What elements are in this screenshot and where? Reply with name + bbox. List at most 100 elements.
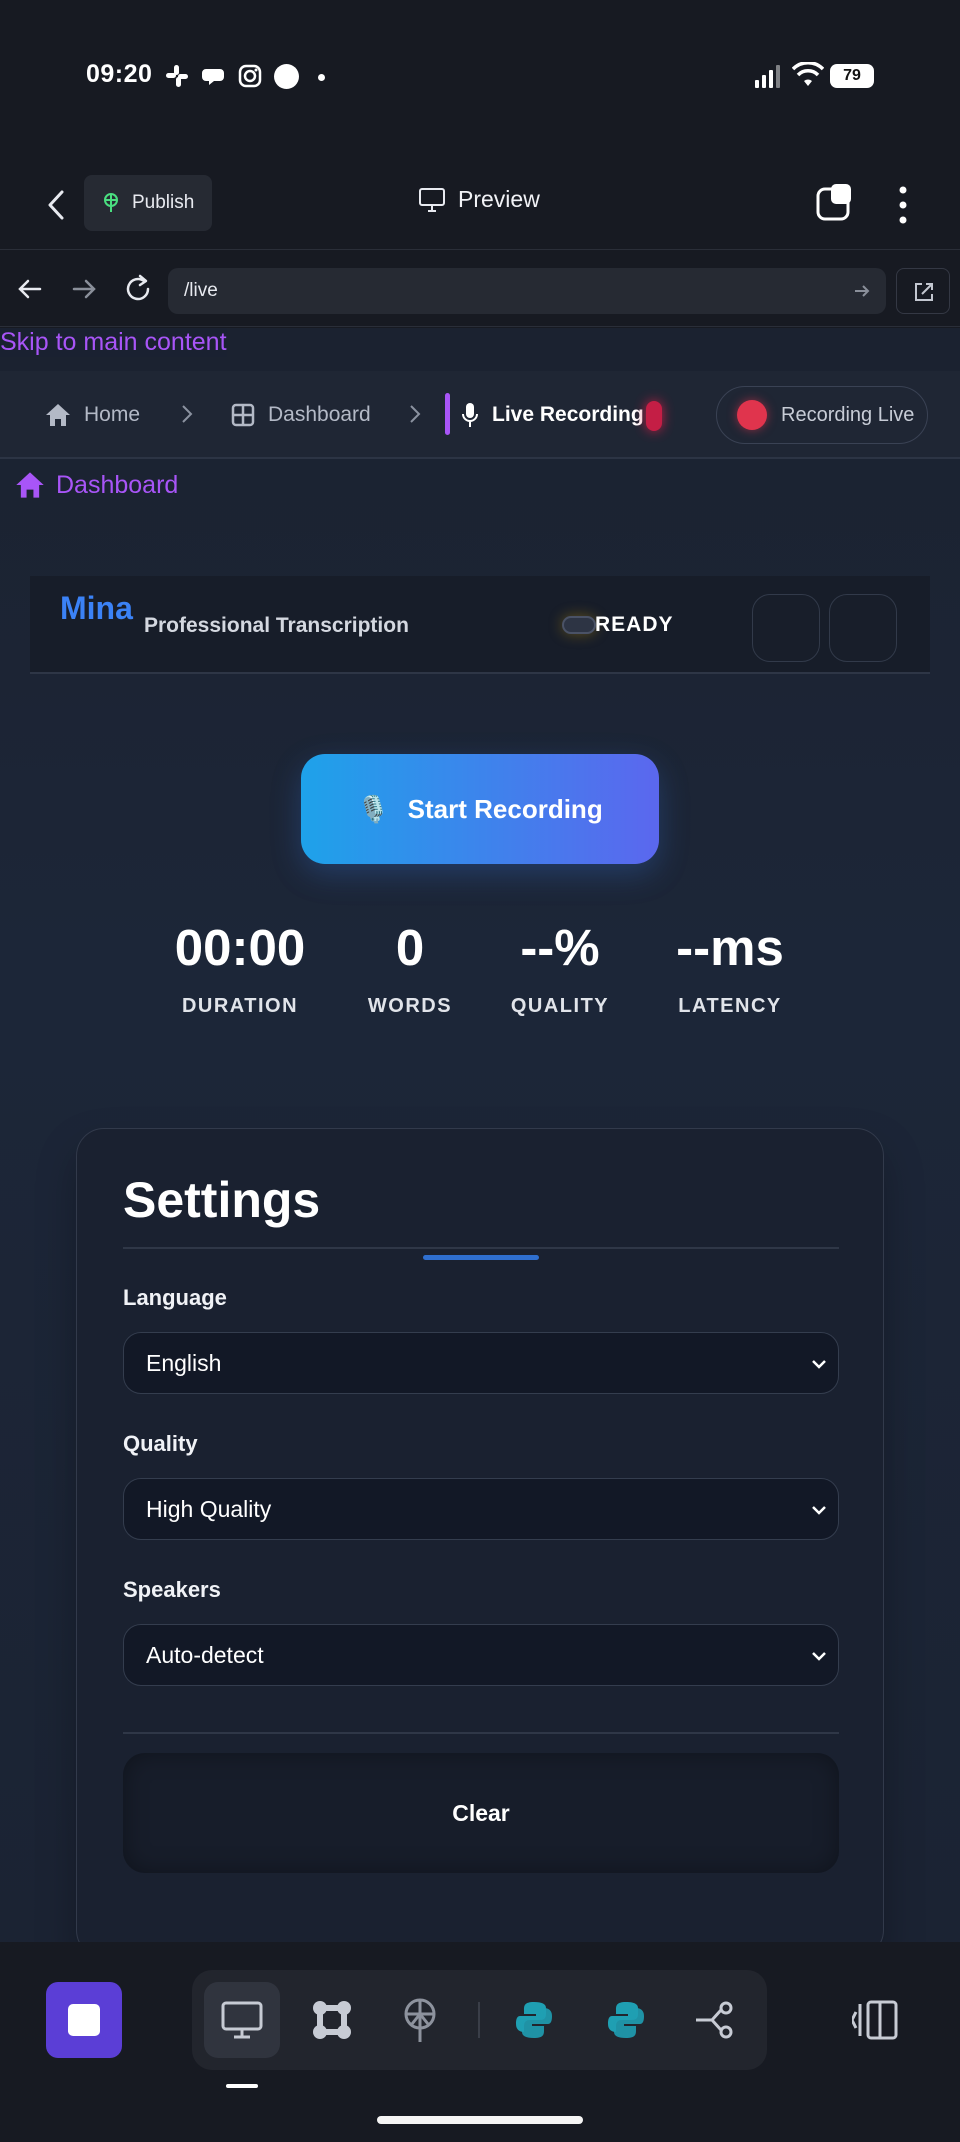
tool-share[interactable] xyxy=(676,1982,752,2058)
slack-icon xyxy=(166,65,188,87)
chat-icon xyxy=(202,69,224,85)
preview-label: Preview xyxy=(458,186,540,212)
tool-divider xyxy=(478,2002,480,2038)
chevron-right-icon xyxy=(182,405,193,423)
circle-icon xyxy=(274,64,299,89)
microphone-icon: 🎙️ xyxy=(357,793,390,824)
home-link-label: Dashboard xyxy=(56,470,179,499)
reload-icon[interactable] xyxy=(122,273,154,305)
header-action-button[interactable] xyxy=(829,594,897,662)
dashboard-home-link[interactable]: Dashboard xyxy=(14,470,178,500)
share-nodes-icon xyxy=(696,2001,733,2039)
browser-bar: /live xyxy=(0,251,960,327)
home-indicator xyxy=(377,2116,583,2124)
title-accent xyxy=(423,1255,539,1260)
stat-label: WORDS xyxy=(367,995,453,1017)
record-dot-icon xyxy=(737,400,767,430)
dot-icon xyxy=(318,74,325,81)
preview-toggle[interactable]: Preview xyxy=(418,186,540,213)
speakers-label: Speakers xyxy=(123,1577,221,1602)
start-recording-label: Start Recording xyxy=(407,793,603,824)
status-time: 09:20 xyxy=(86,60,153,88)
speakers-select[interactable]: Auto-detect xyxy=(123,1624,839,1686)
status-toggle[interactable] xyxy=(562,616,596,634)
chevron-down-icon xyxy=(812,1360,826,1369)
skip-link[interactable]: Skip to main content xyxy=(0,328,227,357)
chevron-right-icon xyxy=(410,405,421,423)
breadcrumb: Home Dashboard Live Recording Recording … xyxy=(0,371,960,459)
battery-level: 79 xyxy=(843,67,861,84)
brand-subtitle: Professional Transcription xyxy=(144,614,409,637)
breadcrumb-home[interactable]: Home xyxy=(44,371,140,459)
tool-group xyxy=(192,1970,767,2070)
breadcrumb-dashboard[interactable]: Dashboard xyxy=(230,371,371,459)
web-page: Skip to main content Home Dashboard Live… xyxy=(0,328,960,1942)
stop-icon xyxy=(68,2004,100,2036)
divider xyxy=(123,1732,839,1734)
antenna-icon xyxy=(404,1998,436,2042)
instagram-icon xyxy=(238,64,262,88)
language-select[interactable]: English xyxy=(123,1332,839,1394)
publish-button[interactable]: Publish xyxy=(84,175,212,231)
browser-back-icon[interactable] xyxy=(14,273,46,305)
speakers-value: Auto-detect xyxy=(146,1642,264,1668)
chevron-down-icon xyxy=(812,1652,826,1661)
quality-label: Quality xyxy=(123,1431,198,1456)
go-arrow-icon[interactable] xyxy=(852,281,872,301)
battery-icon: 79 xyxy=(830,64,874,88)
mic-icon xyxy=(462,403,478,427)
tool-desktop[interactable] xyxy=(204,1982,280,2058)
tool-extensions[interactable] xyxy=(294,1982,370,2058)
url-input[interactable]: /live xyxy=(168,268,886,314)
header-action-button[interactable] xyxy=(752,594,820,662)
publish-antenna-icon xyxy=(104,193,118,212)
stat-value: 0 xyxy=(395,919,425,976)
app-toolbar: Publish Preview xyxy=(0,160,960,250)
status-text: READY xyxy=(595,613,674,636)
open-external-button[interactable] xyxy=(896,268,950,314)
url-text: /live xyxy=(184,280,218,301)
python-icon xyxy=(608,2002,644,2038)
python-icon xyxy=(516,2002,552,2038)
app-header: Mina Professional Transcription READY xyxy=(30,576,930,674)
bottom-dock xyxy=(0,1942,960,2142)
clear-button[interactable]: Clear xyxy=(123,1753,839,1873)
signal-icon xyxy=(755,65,780,88)
settings-panel: Settings Language English Quality High Q… xyxy=(76,1128,884,1942)
more-vertical-icon[interactable] xyxy=(888,182,918,228)
tool-publish[interactable] xyxy=(382,1982,458,2058)
wifi-icon xyxy=(792,62,824,86)
start-recording-button[interactable]: 🎙️ Start Recording xyxy=(301,754,659,864)
active-indicator xyxy=(445,393,450,435)
stat-value: 00:00 xyxy=(174,919,306,976)
publish-label: Publish xyxy=(132,192,195,213)
stat-value: --% xyxy=(520,919,600,976)
tabs-icon[interactable] xyxy=(815,182,855,222)
stop-button[interactable] xyxy=(46,1982,122,2058)
stat-latency: --ms LATENCY xyxy=(655,918,805,1018)
recording-live-button[interactable]: Recording Live xyxy=(716,386,928,444)
back-chevron-icon[interactable] xyxy=(38,182,78,228)
stat-label: QUALITY xyxy=(510,995,610,1017)
breadcrumb-label: Live Recording xyxy=(492,403,644,426)
recording-live-label: Recording Live xyxy=(781,403,915,426)
language-value: English xyxy=(146,1350,222,1376)
language-label: Language xyxy=(123,1285,227,1310)
settings-title: Settings xyxy=(123,1172,321,1228)
grid-icon xyxy=(231,403,255,427)
monitor-icon xyxy=(221,2001,263,2039)
divider xyxy=(123,1247,839,1249)
quality-value: High Quality xyxy=(146,1496,272,1522)
browser-forward-icon[interactable] xyxy=(68,273,100,305)
external-link-icon xyxy=(915,283,933,301)
recording-indicator xyxy=(646,401,662,431)
clear-label: Clear xyxy=(452,1799,510,1826)
breadcrumb-live-recording[interactable]: Live Recording xyxy=(460,371,644,459)
quality-select[interactable]: High Quality xyxy=(123,1478,839,1540)
sidebar-toggle-icon[interactable] xyxy=(852,1998,898,2042)
stat-duration: 00:00 DURATION xyxy=(160,918,320,1018)
tool-python-1[interactable] xyxy=(496,1982,572,2058)
tool-python-2[interactable] xyxy=(588,1982,664,2058)
breadcrumb-label: Dashboard xyxy=(268,403,371,426)
home-icon xyxy=(16,472,44,498)
